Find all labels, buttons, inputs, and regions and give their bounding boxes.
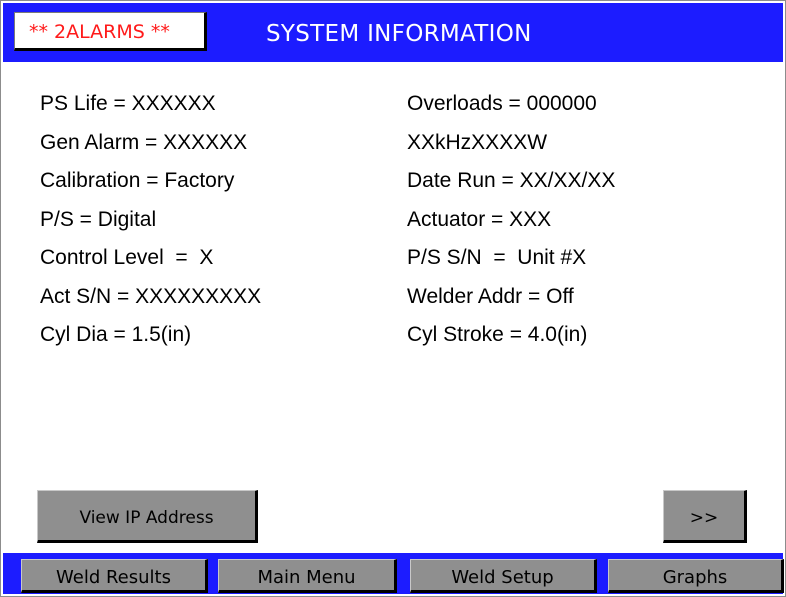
info-ps-sn: P/S S/N = Unit #X — [407, 246, 587, 269]
main-menu-button[interactable]: Main Menu — [218, 559, 397, 593]
footer-nav-bar: Weld Results Main Menu Weld Setup Graphs — [3, 553, 784, 594]
view-ip-address-button[interactable]: View IP Address — [37, 490, 258, 543]
alarms-button[interactable]: ** 2ALARMS ** — [14, 12, 207, 51]
graphs-button[interactable]: Graphs — [608, 559, 784, 593]
info-ps-life: PS Life = XXXXXX — [40, 92, 216, 115]
next-page-button[interactable]: >> — [663, 490, 747, 543]
weld-results-button[interactable]: Weld Results — [21, 559, 208, 593]
info-actuator: Actuator = XXX — [407, 207, 552, 231]
info-frequency-power: XXkHzXXXXW — [407, 130, 548, 154]
page-title: SYSTEM INFORMATION — [266, 21, 532, 47]
info-cyl-dia: Cyl Dia = 1.5(in) — [40, 323, 192, 346]
weld-setup-button[interactable]: Weld Setup — [410, 559, 597, 593]
info-overloads: Overloads = 000000 — [407, 92, 597, 115]
info-list-right: Overloads = 000000 XXkHzXXXXW Date Run =… — [407, 85, 615, 355]
info-list-left: PS Life = XXXXXX Gen Alarm = XXXXXX Cali… — [40, 85, 261, 355]
info-ps-type: P/S = Digital — [40, 207, 157, 231]
info-welder-addr: Welder Addr = Off — [407, 284, 574, 308]
info-control-level: Control Level = X — [40, 246, 214, 269]
info-gen-alarm: Gen Alarm = XXXXXX — [40, 130, 248, 154]
info-cyl-stroke: Cyl Stroke = 4.0(in) — [407, 323, 588, 346]
info-act-sn: Act S/N = XXXXXXXXX — [40, 284, 262, 308]
header-bar: ** 2ALARMS ** SYSTEM INFORMATION — [3, 3, 783, 62]
info-date-run: Date Run = XX/XX/XX — [407, 169, 616, 192]
info-calibration: Calibration = Factory — [40, 169, 235, 192]
